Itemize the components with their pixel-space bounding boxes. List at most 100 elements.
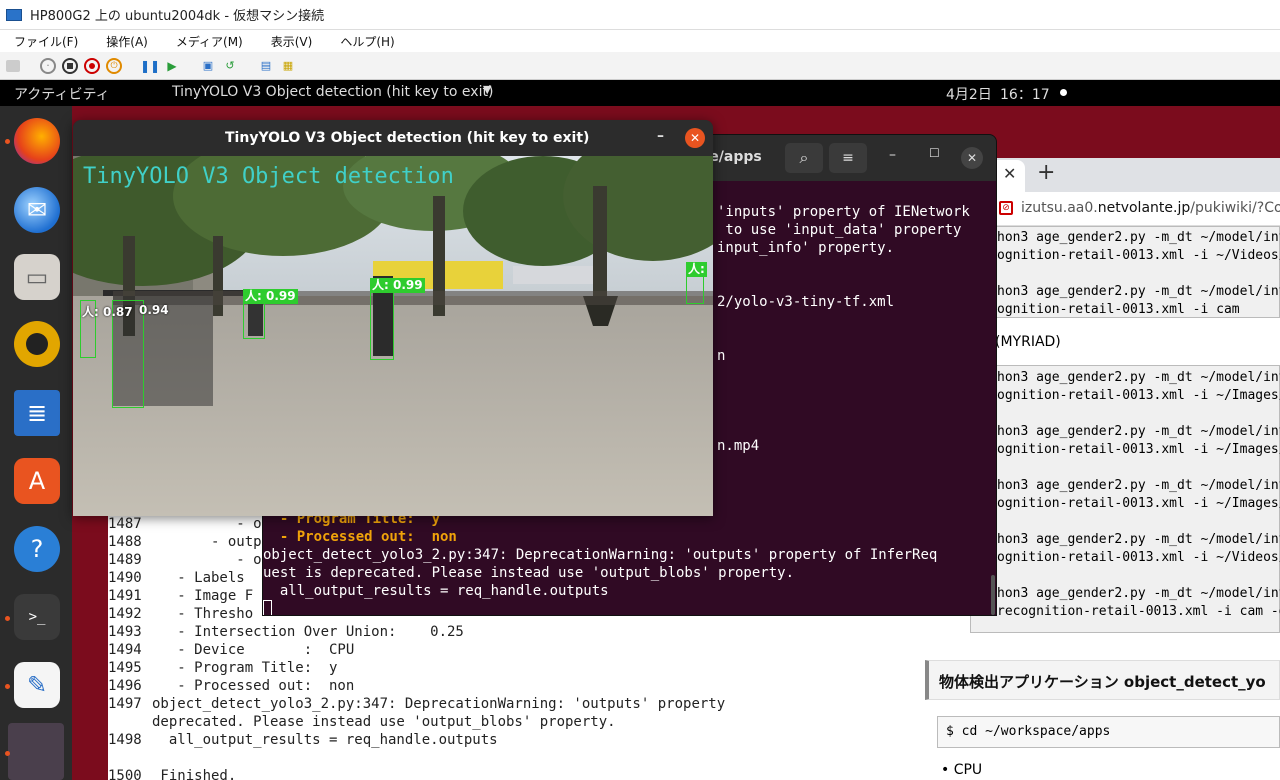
detection-label: 人: [686, 262, 707, 277]
line-text: - o [152, 552, 262, 568]
terminal-icon[interactable]: >_ [14, 594, 60, 640]
line-number: 1495 [108, 660, 142, 676]
pause-icon[interactable]: ❚❚ [140, 58, 160, 74]
activities-button[interactable]: アクティビティ [14, 84, 110, 104]
overlay-title: TinyYOLO V3 Object detection [83, 164, 454, 189]
host-window-title: HP800G2 上の ubuntu2004dk - 仮想マシン接続 [30, 9, 325, 24]
detection-label: 人: 0.99 [243, 289, 298, 304]
checkpoint-icon[interactable]: ▣ [200, 58, 216, 74]
line-text: - Image F [152, 588, 254, 604]
text-line: recognition-retail-0013.xml -i cam -d MY… [997, 604, 1280, 619]
software-icon[interactable]: A [14, 458, 60, 504]
vm-connection-icon [6, 8, 22, 21]
line-number: 1488 [108, 534, 142, 550]
url-domain: netvolante.jp [1097, 200, 1191, 216]
text-editor-icon[interactable]: ✎ [14, 662, 60, 708]
line-text: - Intersection Over Union: 0.25 [152, 624, 464, 640]
shutdown-icon[interactable] [84, 57, 100, 74]
gnome-top-bar: アクティビティ TinyYOLO V3 Object detection (hi… [0, 80, 1280, 106]
terminal-scrollbar[interactable] [991, 575, 995, 615]
firefox-icon[interactable] [14, 118, 60, 164]
app-menu-arrow-icon[interactable]: ▼ [483, 83, 491, 96]
host-title-bar: HP800G2 上の ubuntu2004dk - 仮想マシン接続 [0, 0, 1280, 30]
text-line [717, 257, 970, 275]
enhanced-session-icon[interactable]: ▤ [258, 58, 274, 74]
menu-help[interactable]: ヘルプ(H) [326, 33, 408, 50]
line-number: 1500 [108, 768, 142, 780]
text-line: n.mp4 [717, 438, 760, 454]
files-icon[interactable]: ▭ [14, 254, 60, 300]
detection-label: 人: 0.87 [82, 305, 133, 319]
share-icon[interactable]: ▦ [280, 58, 296, 74]
text-line [717, 419, 970, 437]
line-text: Finished. [152, 768, 237, 780]
text-line: input_info' property. [717, 240, 895, 256]
terminal-line: 1493 - Intersection Over Union: 0.25 [108, 623, 768, 641]
save-state-icon[interactable]: ⏻ [106, 57, 122, 74]
apps-grid-icon[interactable] [8, 723, 64, 780]
close-icon[interactable]: ✕ [961, 147, 983, 169]
minimize-icon[interactable]: – [657, 128, 664, 144]
line-text: deprecated. Please instead use 'output_b… [152, 714, 616, 730]
terminal-line: 1497 object_detect_yolo3_2.py:347: Deprec… [108, 695, 768, 713]
line-number: 1496 [108, 678, 142, 694]
running-indicator [5, 751, 10, 756]
writer-icon[interactable]: ≣ [14, 390, 60, 436]
detection-window-title: TinyYOLO V3 Object detection (hit key to… [225, 130, 590, 146]
text-line: hon3 age_gender2.py -m_dt ~/model/intel/ [997, 284, 1280, 299]
help-icon[interactable]: ? [14, 526, 60, 572]
text-line: object_detect_yolo3_2.py:347: Deprecatio… [263, 547, 938, 563]
revert-icon[interactable]: ↺ [222, 58, 238, 74]
rhythmbox-icon[interactable] [14, 321, 60, 367]
text-line [717, 329, 970, 347]
text-line: - Processed out: non [263, 529, 457, 545]
not-secure-icon[interactable]: ⊘ [999, 201, 1013, 215]
code-block-1: hon3 age_gender2.py -m_dt ~/model/intel/… [970, 226, 1280, 318]
text-line [997, 265, 1279, 283]
resume-icon[interactable]: ▶ [164, 58, 180, 74]
thunderbird-icon[interactable]: ✉ [14, 187, 60, 233]
text-line: ognition-retail-0013.xml -i ~/Images/pho [997, 496, 1280, 511]
line-number: 1487 [108, 516, 142, 532]
text-line [997, 513, 1279, 531]
detection-window[interactable]: TinyYOLO V3 Object detection (hit key to… [73, 120, 713, 516]
myriad-heading: (MYRIAD) [995, 334, 1061, 350]
clock-time[interactable]: 16：17 [1000, 84, 1050, 104]
text-line: hon3 age_gender2.py -m_dt ~/model/intel/ [997, 532, 1280, 547]
terminal-line: 1494 - Device : CPU [108, 641, 768, 659]
text-line: ognition-retail-0013.xml -i ~/Images/mai [997, 442, 1280, 457]
maximize-icon[interactable]: ☐ [929, 146, 940, 160]
close-tab-icon[interactable]: ✕ [1003, 164, 1016, 183]
line-text: - o [152, 516, 262, 532]
detection-label: 人: 0.99 [370, 278, 425, 293]
host-toolbar: · ⏻ ❚❚ ▶ ▣ ↺ ▤ ▦ [0, 52, 1280, 80]
terminal-cursor [263, 600, 272, 615]
hamburger-menu-icon[interactable]: ≡ [829, 143, 867, 173]
line-number: 1497 [108, 696, 142, 712]
detection-label: 0.94 [139, 303, 169, 317]
terminal-line: 1498 all_output_results = req_handle.out… [108, 731, 768, 749]
line-text: all_output_results = req_handle.outputs [152, 732, 498, 748]
line-number: 1490 [108, 570, 142, 586]
menu-media[interactable]: メディア(M) [162, 33, 257, 50]
notification-dot-icon [1060, 89, 1067, 96]
ctrl-alt-del-icon[interactable] [6, 59, 20, 72]
minimize-icon[interactable]: – [889, 147, 896, 163]
text-line: ognition-retail-0013.xml -i ~/Videos/vid [997, 550, 1280, 565]
turn-off-icon[interactable] [62, 57, 78, 74]
text-line [997, 405, 1279, 423]
close-icon[interactable]: ✕ [685, 128, 705, 148]
text-line: hon3 age_gender2.py -m_dt ~/model/intel/ [997, 586, 1280, 601]
menu-view[interactable]: 表示(V) [257, 33, 327, 50]
menu-file[interactable]: ファイル(F) [0, 33, 92, 50]
search-icon[interactable]: ⌕ [785, 143, 823, 173]
menu-action[interactable]: 操作(A) [92, 33, 162, 50]
focused-app-name[interactable]: TinyYOLO V3 Object detection (hit key to… [172, 84, 493, 100]
new-tab-icon[interactable]: + [1037, 160, 1055, 185]
terminal-line: deprecated. Please instead use 'output_b… [108, 713, 768, 731]
line-text: - Program Title: y [152, 660, 338, 676]
terminal-line: 1496 - Processed out: non [108, 677, 768, 695]
clock-date[interactable]: 4月2日 [946, 84, 992, 104]
start-icon[interactable]: · [40, 57, 56, 74]
